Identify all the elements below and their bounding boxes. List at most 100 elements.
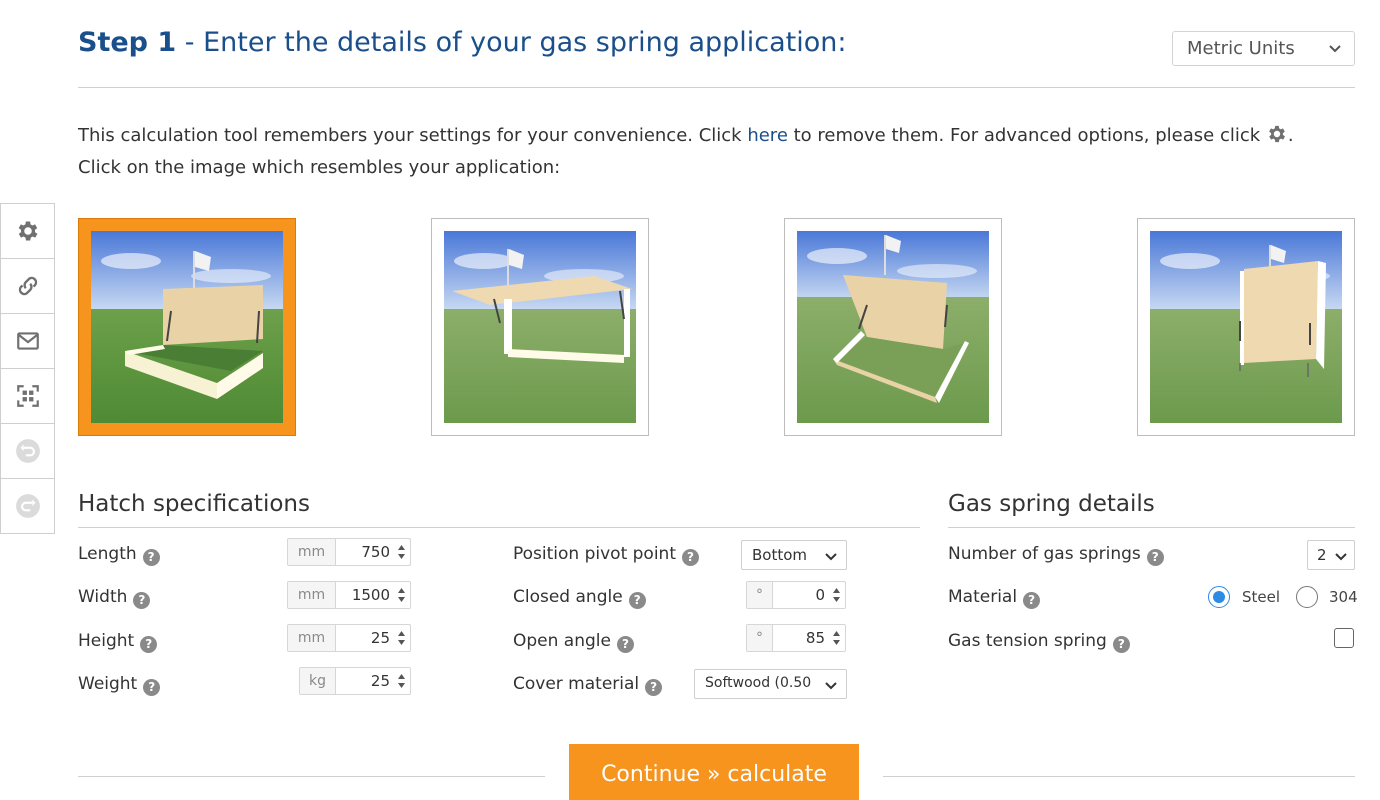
length-label-text: Length [78,544,137,564]
undo-icon [15,439,40,463]
weight-label: Weight? [78,674,161,696]
application-image [91,231,283,423]
tension-spring-checkbox[interactable] [1334,628,1354,648]
application-image [444,231,636,423]
gear-icon [18,221,37,241]
cover-material-label-text: Cover material [513,674,640,694]
intro-line1-b: to remove them. For advanced options, pl… [787,125,1266,146]
height-label-text: Height [78,631,135,651]
email-button[interactable] [1,314,54,369]
hatch-box-illustration [91,231,283,423]
open-angle-unit: ° [747,625,773,651]
pivot-label-text: Position pivot point [513,544,676,564]
redo-button[interactable] [1,479,54,533]
continue-calculate-button[interactable]: Continue » calculate [569,744,859,800]
remove-settings-link[interactable]: here [747,125,788,146]
material-radio-steel[interactable] [1208,586,1230,608]
length-value: 750 [361,543,390,561]
help-icon[interactable]: ? [140,636,158,653]
application-image [797,231,989,423]
open-angle-label: Open angle? [513,631,634,653]
help-icon[interactable]: ? [616,636,634,653]
cover-material-select-value: Softwood (0.50 [705,675,812,691]
redo-icon [15,494,40,518]
length-label: Length? [78,544,160,566]
qr-code-button[interactable] [1,369,54,424]
help-icon[interactable]: ? [133,592,151,609]
tension-spring-label: Gas tension spring? [948,631,1130,653]
application-image [1150,231,1342,423]
tension-spring-label-text: Gas tension spring [948,631,1107,651]
help-icon[interactable]: ? [1112,636,1130,653]
weight-unit: kg [300,668,336,694]
spinner-icon[interactable] [397,628,406,648]
pivot-select[interactable]: Bottom [741,540,847,570]
undo-button[interactable] [1,424,54,479]
open-angle-input-group: ° 85 [746,624,846,652]
closed-angle-label: Closed angle? [513,587,646,609]
help-icon[interactable]: ? [645,679,663,696]
bottom-divider-left [78,776,545,777]
sidebar-toolbar [0,203,55,534]
advanced-options-gear-icon[interactable] [1266,123,1288,145]
material-label: Material? [948,587,1041,609]
length-input[interactable]: 750 [336,539,410,565]
title-text: - Enter the details of your gas spring a… [176,27,847,58]
help-icon[interactable]: ? [1146,549,1164,566]
width-value: 1500 [351,586,390,604]
application-inclined-hatch[interactable] [784,218,1002,436]
units-select[interactable]: Metric Units [1172,31,1355,66]
material-label-text: Material [948,587,1018,607]
help-icon[interactable]: ? [682,549,699,566]
spinner-icon[interactable] [397,585,406,605]
settings-button[interactable] [1,204,54,259]
application-horizontal-hatch-top[interactable] [431,218,649,436]
spinner-icon[interactable] [832,628,841,648]
height-unit: mm [288,625,336,651]
help-icon[interactable]: ? [1023,592,1041,609]
spinner-icon[interactable] [397,542,406,562]
cover-material-label: Cover material? [513,674,663,696]
help-icon[interactable]: ? [628,592,646,609]
application-vertical-hatch[interactable] [1137,218,1355,436]
spinner-icon[interactable] [397,671,406,691]
application-horizontal-hatch-bottom[interactable] [78,218,296,436]
chevron-down-icon [1329,45,1341,53]
pivot-label: Position pivot point? [513,544,699,566]
closed-angle-label-text: Closed angle [513,587,623,607]
width-input[interactable]: 1500 [336,582,410,608]
weight-input[interactable]: 25 [336,668,410,694]
help-icon[interactable]: ? [142,549,160,566]
intro-text: This calculation tool remembers your set… [78,120,1294,184]
height-value: 25 [370,629,390,647]
hatch-specifications-title: Hatch specifications [78,491,310,517]
chevron-down-icon [824,679,838,693]
width-label: Width? [78,587,151,609]
weight-input-group: kg 25 [299,667,411,695]
weight-label-text: Weight [78,674,138,694]
height-input[interactable]: 25 [336,625,410,651]
open-angle-value: 85 [805,629,825,647]
step-label: Step 1 [78,27,177,58]
length-unit: mm [288,539,336,565]
closed-angle-value: 0 [815,586,825,604]
height-label: Height? [78,631,158,653]
spring-count-select[interactable]: 2 [1307,540,1355,570]
bottom-divider-right [883,776,1355,777]
gas-spring-section-divider [948,527,1355,528]
help-icon[interactable]: ? [143,679,161,696]
header-divider [78,87,1355,88]
closed-angle-input[interactable]: 0 [773,582,845,608]
length-input-group: mm 750 [287,538,411,566]
open-angle-input[interactable]: 85 [773,625,845,651]
material-option-steel: Steel [1242,588,1281,606]
cover-material-select[interactable]: Softwood (0.50 [694,669,847,699]
material-option-304: 304 [1329,588,1358,606]
share-link-button[interactable] [1,259,54,314]
chevron-down-icon [1335,553,1347,561]
qr-scan-icon [16,385,39,407]
material-radio-304[interactable] [1296,586,1318,608]
closed-angle-unit: ° [747,582,773,608]
chevron-down-icon [825,553,837,561]
spinner-icon[interactable] [832,585,841,605]
